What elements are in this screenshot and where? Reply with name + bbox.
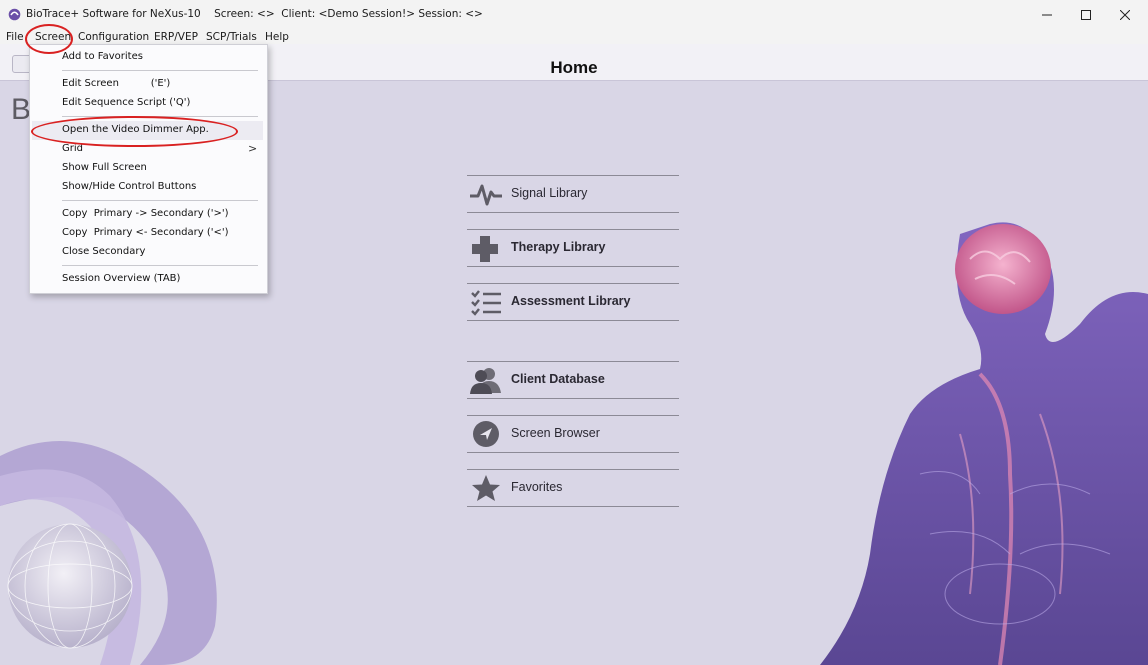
menu-item-show-hide-control-buttons[interactable]: Show/Hide Control Buttons xyxy=(62,179,196,195)
assessment-library-label: Assessment Library xyxy=(511,294,631,308)
menu-file[interactable]: File xyxy=(6,30,24,44)
menu-separator xyxy=(62,70,258,71)
signal-library-button[interactable]: Signal Library xyxy=(467,175,679,213)
menu-item-edit-sequence-script[interactable]: Edit Sequence Script ('Q') xyxy=(62,95,190,111)
human-anatomy-illustration xyxy=(820,222,1148,665)
menu-scp-trials[interactable]: SCP/Trials xyxy=(206,30,257,44)
client-database-button[interactable]: Client Database xyxy=(467,361,679,399)
therapy-library-label: Therapy Library xyxy=(511,240,606,254)
menu-help[interactable]: Help xyxy=(265,30,289,44)
close-button[interactable] xyxy=(1102,0,1148,30)
menu-item-copy-primary-to-secondary[interactable]: Copy Primary -> Secondary ('>') xyxy=(62,206,229,222)
screen-browser-button[interactable]: Screen Browser xyxy=(467,415,679,453)
users-icon xyxy=(470,368,501,394)
signal-library-label: Signal Library xyxy=(511,186,588,200)
menu-separator xyxy=(62,116,258,117)
maximize-icon xyxy=(1081,10,1091,20)
menu-item-session-overview[interactable]: Session Overview (TAB) xyxy=(62,271,180,287)
partial-heading: B xyxy=(11,93,32,126)
decorative-swirl xyxy=(0,441,217,665)
chevron-right-icon: > xyxy=(248,142,258,155)
minimize-icon xyxy=(1042,14,1052,16)
title-bar: BioTrace+ Software for NeXus-10 Screen: … xyxy=(0,0,1148,30)
menu-item-video-dimmer[interactable]: Open the Video Dimmer App. xyxy=(62,122,209,138)
app-logo-icon xyxy=(8,8,21,21)
menu-item-show-full-screen[interactable]: Show Full Screen xyxy=(62,160,147,176)
checklist-icon xyxy=(471,290,501,316)
menu-separator xyxy=(62,265,258,266)
menu-item-edit-screen[interactable]: Edit Screen ('E') xyxy=(62,76,170,92)
window-title: BioTrace+ Software for NeXus-10 Screen: … xyxy=(26,8,483,20)
close-icon xyxy=(1120,10,1130,20)
menu-item-grid[interactable]: Grid xyxy=(62,141,83,157)
client-database-label: Client Database xyxy=(511,372,605,386)
screen-browser-label: Screen Browser xyxy=(511,426,600,440)
menu-item-add-to-favorites[interactable]: Add to Favorites xyxy=(62,49,143,65)
menu-screen[interactable]: Screen xyxy=(35,30,71,44)
favorites-label: Favorites xyxy=(511,480,563,494)
compass-icon xyxy=(473,421,499,447)
star-icon xyxy=(472,475,500,501)
screen-menu-dropdown: Add to Favorites Edit Screen ('E') Edit … xyxy=(29,44,268,294)
menu-item-copy-secondary-to-primary[interactable]: Copy Primary <- Secondary ('<') xyxy=(62,225,229,241)
menu-bar: File Screen Configuration ERP/VEP SCP/Tr… xyxy=(0,30,1148,44)
menu-erp-vep[interactable]: ERP/VEP xyxy=(154,30,198,44)
menu-separator xyxy=(62,200,258,201)
assessment-library-button[interactable]: Assessment Library xyxy=(467,283,679,321)
plus-icon xyxy=(472,236,498,262)
therapy-library-button[interactable]: Therapy Library xyxy=(467,229,679,267)
menu-item-close-secondary[interactable]: Close Secondary xyxy=(62,244,145,260)
favorites-button[interactable]: Favorites xyxy=(467,469,679,507)
pulse-icon xyxy=(470,184,502,206)
menu-configuration[interactable]: Configuration xyxy=(78,30,149,44)
